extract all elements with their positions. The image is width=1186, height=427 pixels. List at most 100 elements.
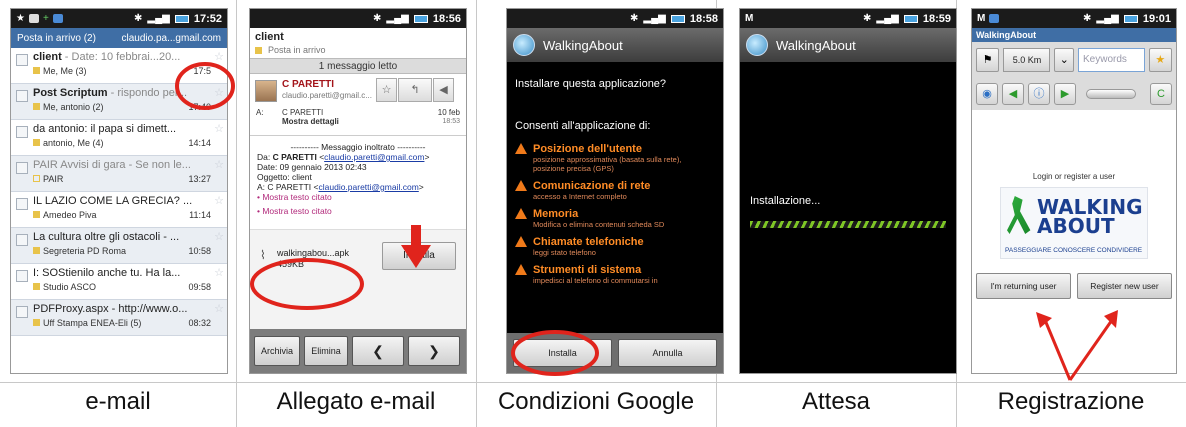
more-button[interactable]: ◀ [433,78,454,102]
mail-list-item[interactable]: ☆ Post Scriptum - rispondo per... Me, anto… [11,84,227,120]
app-icon [989,14,1000,23]
next-button[interactable]: ❯ [408,336,460,366]
label-icon [33,175,40,182]
account-name: claudio.pa...gmail.com [121,32,222,44]
mail-checkbox[interactable] [16,234,28,246]
install-question: Installare questa applicazione? [515,78,667,90]
phone-email-list: ★ + ✱ ▂▄▆ 17:52 Posta in arrivo (2) clau… [10,8,228,374]
caption-separator [0,382,1186,383]
mail-list-item[interactable]: ☆ IL LAZIO COME LA GRECIA? ... Amedeo Piva… [11,192,227,228]
star-icon[interactable]: ☆ [214,194,224,207]
mail-checkbox[interactable] [16,198,28,210]
mail-meta: PAIR 13:27 [33,174,211,184]
signal-icon: ▂▄▆ [876,13,899,24]
search-toolbar: ⚑ 5.0 Km ⌄ Keywords ★ [972,42,1176,78]
permission-title: Chiamate telefoniche [533,236,644,248]
attachment-size: 459KB [277,259,305,269]
star-icon[interactable]: ☆ [214,266,224,279]
mail-checkbox[interactable] [16,306,28,318]
clock: 18:56 [432,12,461,25]
mail-subject: IL LAZIO COME LA GRECIA? ... [33,195,211,207]
inbox-header[interactable]: Posta in arrivo (2) claudio.pa...gmail.c… [11,28,227,48]
bottom-toolbar: Archivia Elimina ❮ ❯ [250,329,466,373]
mail-list-item[interactable]: ☆ da antonio: il papa si dimett... antonio… [11,120,227,156]
email-body: ---------- Messaggio inoltrato ---------… [250,136,466,229]
to-line-label: A: C PARETTI [257,182,314,192]
mail-list-item[interactable]: ☆ PDFProxy.aspx - http://www.o... Uff Stam… [11,300,227,336]
caption-google-terms: Condizioni Google [497,388,695,415]
install-button[interactable]: Installa [513,339,612,367]
mail-list-item[interactable]: ☆ PAIR Avvisi di gara - Se non le... PAIR 1… [11,156,227,192]
label-chip[interactable]: Posta in arrivo [250,43,466,58]
back-arrow-icon[interactable]: ◀ [1002,83,1024,105]
status-bar: ✱ ▂▄▆ 18:58 [507,9,723,28]
show-quoted-link[interactable]: • Mostra testo citato [257,192,459,202]
status-bar: ★ + ✱ ▂▄▆ 17:52 [11,9,227,28]
mail-meta: Amedeo Piva 11:14 [33,210,211,220]
permission-item: Chiamate telefoniche leggi stato telefono [507,233,723,261]
caption-email: e-mail [85,388,151,415]
star-button[interactable]: ☆ [376,78,397,102]
mail-list-item[interactable]: ☆ client - Date: 10 febbrai...20... Me, Me… [11,48,227,84]
read-count[interactable]: 1 messaggio letto [250,58,466,74]
walkingabout-logo: WALKING ABOUT PASSEGGIARE CONOSCERE CONDI… [1000,187,1148,259]
mail-checkbox[interactable] [16,270,28,282]
signal-icon: ▂▄▆ [643,13,666,24]
label-icon [33,319,40,326]
star-icon[interactable]: ☆ [214,230,224,243]
star-icon[interactable]: ☆ [214,50,224,63]
mail-list-item[interactable]: ☆ I: SOStienilo anche tu. Ha la... Studio … [11,264,227,300]
mail-checkbox[interactable] [16,54,28,66]
forward-arrow-icon[interactable]: ▶ [1054,83,1076,105]
info-icon[interactable]: ⓘ [1028,83,1050,105]
permission-title: Strumenti di sistema [533,264,642,276]
label-text: Posta in arrivo [268,45,326,55]
mail-checkbox[interactable] [16,90,28,102]
globe-icon[interactable]: ◉ [976,83,998,105]
mail-from: Studio ASCO [33,282,96,292]
permission-title: Posizione dell'utente [533,143,642,155]
reply-button[interactable]: ↰ [398,78,432,102]
mail-subject-rest: I: SOStienilo anche tu. Ha la... [33,267,181,279]
refresh-icon[interactable]: C [1150,83,1172,105]
install-button[interactable]: Installa [382,242,456,270]
mail-sender: Segreteria PD Roma [43,246,127,256]
radius-slider[interactable] [1086,89,1136,99]
register-user-button[interactable]: Register new user [1077,273,1172,299]
pin-icon[interactable]: ⚑ [976,48,1000,72]
progress-bar [750,221,946,228]
bluetooth-icon: ✱ [863,13,872,24]
star-icon: ★ [16,13,25,24]
to-email-link[interactable]: claudio.paretti@gmail.com [319,182,419,192]
chevron-down-icon[interactable]: ⌄ [1054,48,1074,72]
status-bar: ✱ ▂▄▆ 18:56 [250,9,466,28]
previous-button[interactable]: ❮ [352,336,404,366]
mail-checkbox[interactable] [16,162,28,174]
warning-icon [515,264,527,275]
from-email-link[interactable]: claudio.paretti@gmail.com [324,152,424,162]
star-icon[interactable]: ☆ [214,122,224,135]
permission-item: Strumenti di sistema impedisci al telefon… [507,261,723,289]
show-details-link[interactable]: Mostra dettagli [282,117,339,126]
keywords-input[interactable]: Keywords [1077,48,1145,72]
phone-registration: M ✱ ▂▄▆ 19:01 WalkingAbout ⚑ 5.0 Km ⌄ Ke… [971,8,1177,374]
mail-subject: PAIR Avvisi di gara - Se non le... [33,159,211,171]
mail-checkbox[interactable] [16,126,28,138]
archive-button[interactable]: Archivia [254,336,300,366]
star-icon[interactable]: ☆ [214,302,224,315]
distance-select[interactable]: 5.0 Km [1003,48,1051,72]
caption-attachment: Allegato e-mail [276,388,436,415]
clock: 18:59 [922,12,951,25]
show-quoted-link-2[interactable]: • Mostra testo citato [257,206,459,216]
star-icon[interactable]: ☆ [214,86,224,99]
battery-icon [903,14,918,23]
star-icon[interactable]: ☆ [214,158,224,171]
delete-button[interactable]: Elimina [304,336,348,366]
mail-subject: da antonio: il papa si dimett... [33,123,211,135]
star-icon[interactable]: ★ [1148,48,1173,72]
mail-sender: PAIR [43,174,64,184]
cancel-button[interactable]: Annulla [618,339,717,367]
returning-user-button[interactable]: I'm returning user [976,273,1071,299]
mail-meta: Uff Stampa ENEA-Eli (5) 08:32 [33,318,211,328]
mail-list-item[interactable]: ☆ La cultura oltre gli ostacoli - ... Segr… [11,228,227,264]
